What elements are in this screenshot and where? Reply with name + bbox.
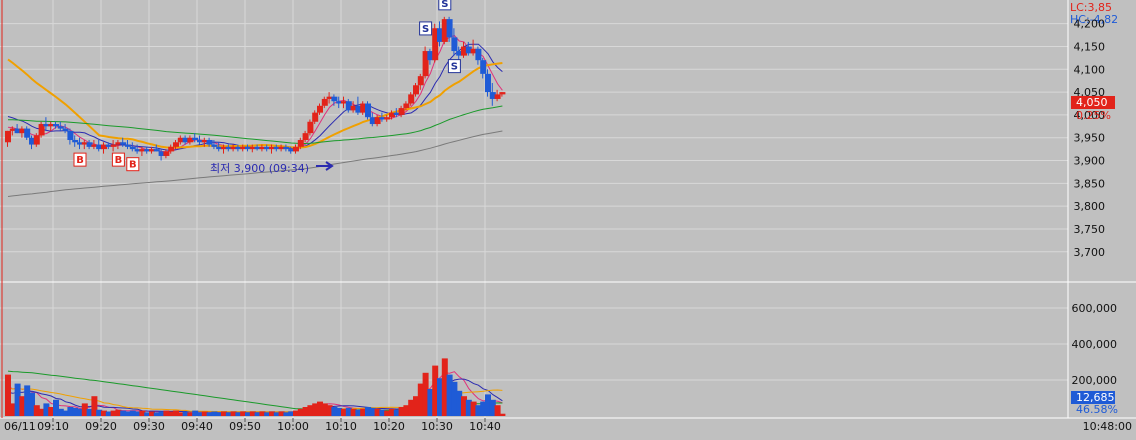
candle-body — [163, 151, 170, 156]
candle-body — [5, 130, 11, 143]
price-tick-label: 3,750 — [1074, 223, 1106, 236]
price-tick-label: 4,200 — [1074, 18, 1106, 31]
candle-body — [413, 85, 419, 95]
candle-body — [417, 76, 424, 86]
candle-body — [153, 149, 160, 152]
price-change: 0.25% — [1076, 109, 1111, 122]
candle-body — [192, 137, 199, 140]
candle-body — [206, 140, 213, 145]
candle-body — [307, 121, 314, 134]
sell-marker-icon-glyph: S — [451, 62, 458, 73]
time-tick-label: 10:48:00 — [1083, 420, 1132, 433]
current-price: 4,050 — [1076, 96, 1108, 109]
stock-chart: BBBSSS 최저 3,900 (09:34) LC:3,85 HC:-4,82… — [0, 0, 1136, 436]
buy-marker-icon-glyph: B — [115, 155, 123, 166]
candle-body — [125, 144, 131, 147]
candle-body — [446, 19, 453, 38]
candle-body — [321, 98, 328, 106]
chart-canvas[interactable]: B B BSSS 최저 3,900 (09:34) LC:3,85 HC:-4,82… — [0, 0, 1136, 436]
candle-body — [384, 117, 391, 120]
volume-tick-label: 600,000 — [1072, 302, 1118, 315]
candle-body — [475, 48, 482, 61]
candle-body — [110, 144, 117, 147]
price-tick-label: 4,100 — [1074, 63, 1106, 76]
candle-body — [24, 128, 31, 138]
candle-body — [331, 96, 338, 102]
candle-body — [485, 73, 491, 93]
price-tick-label: 4,150 — [1074, 40, 1106, 53]
volume-ratio: 46.58% — [1076, 403, 1118, 416]
candle-body — [317, 105, 323, 113]
candle-body — [57, 126, 64, 129]
price-tick-label: 3,900 — [1074, 155, 1106, 168]
candle-body — [408, 94, 415, 104]
price-tick-label: 3,950 — [1074, 132, 1106, 145]
candle-body — [293, 146, 299, 152]
candle-body — [403, 103, 410, 109]
volume-tick-label: 400,000 — [1072, 338, 1118, 351]
price-tick-label: 3,800 — [1074, 200, 1106, 213]
candle-body — [173, 142, 179, 147]
buy-marker-icon-glyph: B — [129, 160, 137, 171]
candle-body — [499, 92, 506, 95]
price-tick-label: 3,700 — [1074, 246, 1106, 259]
chart-background — [0, 0, 1136, 436]
candle-body — [494, 94, 501, 99]
volume-axis: 600,000 400,000 200,000 — [1072, 302, 1118, 387]
candle-body — [451, 37, 458, 52]
candle-body — [312, 112, 319, 122]
candle-body — [283, 146, 290, 150]
buy-marker-icon-glyph: B — [76, 155, 84, 166]
volume-bar — [499, 413, 506, 416]
candle-body — [33, 135, 40, 145]
candle-body — [62, 128, 69, 131]
candle-body — [211, 144, 218, 147]
candle-body — [120, 142, 127, 145]
candle-body — [129, 146, 136, 150]
candle-body — [398, 108, 405, 115]
candle-body — [67, 130, 74, 140]
candle-body — [365, 103, 371, 118]
volume-tick-label: 200,000 — [1072, 374, 1118, 387]
candle-body — [72, 140, 79, 143]
sell-marker-icon-glyph: S — [441, 0, 448, 10]
candle-body — [53, 124, 59, 127]
low-price-annotation: 최저 3,900 (09:34) — [210, 162, 309, 175]
sell-marker-icon-glyph: S — [422, 24, 429, 35]
time-tick-label: 06/11 — [4, 420, 36, 433]
price-tick-label: 3,850 — [1074, 177, 1106, 190]
candle-body — [297, 140, 304, 147]
candle-body — [302, 133, 309, 140]
candle-body — [168, 146, 175, 152]
candle-body — [480, 60, 487, 74]
